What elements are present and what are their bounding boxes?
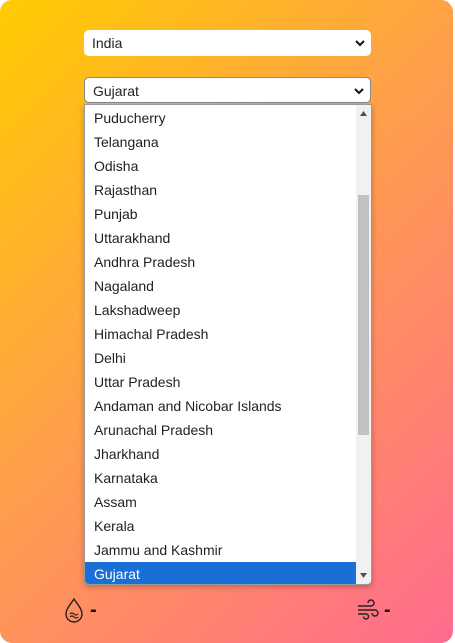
state-option[interactable]: Puducherry	[85, 106, 356, 130]
country-select-value: India	[92, 35, 123, 51]
state-option[interactable]: Gujarat	[85, 562, 356, 584]
state-option[interactable]: Jammu and Kashmir	[85, 538, 356, 562]
state-option[interactable]: Uttarakhand	[85, 226, 356, 250]
state-option[interactable]: Nagaland	[85, 274, 356, 298]
country-select[interactable]: India	[84, 30, 371, 56]
state-options: Puducherry Telangana Odisha Rajasthan Punjab…	[85, 106, 356, 584]
scrollbar-thumb[interactable]	[358, 195, 369, 435]
state-option[interactable]: Odisha	[85, 154, 356, 178]
state-option[interactable]: Kerala	[85, 514, 356, 538]
state-option[interactable]: Karnataka	[85, 466, 356, 490]
scroll-up-arrow-icon[interactable]	[359, 109, 368, 118]
state-option[interactable]: Delhi	[85, 346, 356, 370]
state-dropdown-list[interactable]: Puducherry Telangana Odisha Rajasthan Punjab…	[84, 104, 372, 585]
state-option[interactable]: Telangana	[85, 130, 356, 154]
state-option[interactable]: Jharkhand	[85, 442, 356, 466]
wind-stat: -	[356, 596, 391, 624]
humidity-value: -	[90, 598, 97, 621]
state-option[interactable]: Andhra Pradesh	[85, 250, 356, 274]
state-option[interactable]: Andaman and Nicobar Islands	[85, 394, 356, 418]
state-option[interactable]: Himachal Pradesh	[85, 322, 356, 346]
wind-icon	[358, 599, 379, 620]
wind-value: -	[384, 598, 391, 621]
state-select-value: Gujarat	[93, 83, 139, 99]
state-option[interactable]: Arunachal Pradesh	[85, 418, 356, 442]
state-option[interactable]: Assam	[85, 490, 356, 514]
state-option[interactable]: Uttar Pradesh	[85, 370, 356, 394]
humidity-icon	[65, 597, 83, 623]
scroll-down-arrow-icon[interactable]	[359, 571, 368, 580]
weather-card: India Gujarat Puducherry Telangana Odisha R…	[0, 0, 453, 643]
chevron-down-icon	[354, 88, 364, 95]
state-option[interactable]: Punjab	[85, 202, 356, 226]
state-option[interactable]: Rajasthan	[85, 178, 356, 202]
state-option[interactable]: Lakshadweep	[85, 298, 356, 322]
state-select[interactable]: Gujarat	[84, 77, 371, 103]
dropdown-scrollbar[interactable]	[356, 105, 371, 584]
humidity-stat: -	[62, 596, 97, 624]
chevron-down-icon	[355, 40, 365, 47]
